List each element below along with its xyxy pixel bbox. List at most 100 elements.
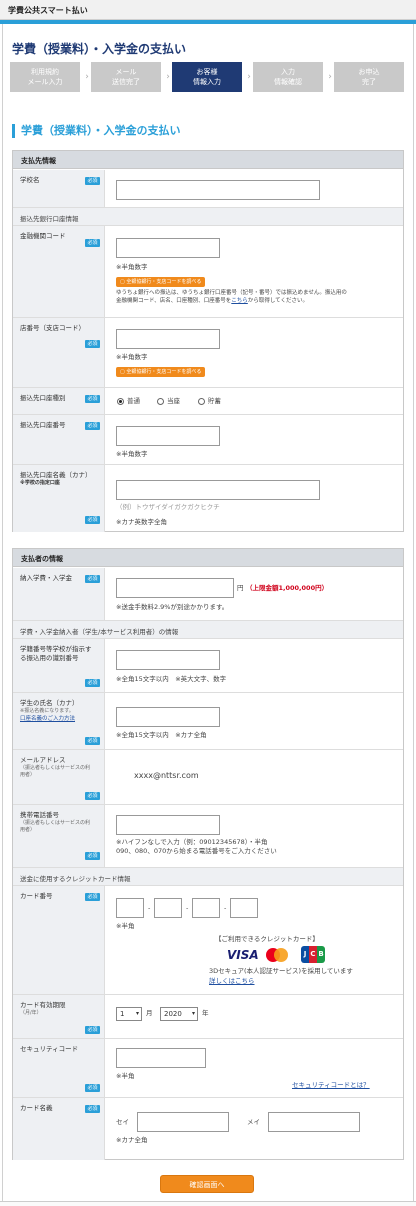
card-number-input-2[interactable] — [154, 898, 182, 918]
yucho-note-line1: ゆうちょ銀行への振込は、ゆうちょ銀行口座番号（記号・番号）では振込めません。振込… — [116, 290, 347, 296]
security-code-help-link[interactable]: セキュリティコードとは？ — [292, 1081, 370, 1090]
branch-code-lookup-button[interactable]: ▢ 全銀協銀行・支店コードを調べる — [116, 367, 206, 377]
bank-code-lookup-button[interactable]: ▢ 全銀協銀行・支店コードを調べる — [116, 277, 206, 287]
expiry-month-select[interactable]: 1 ▾ — [116, 1007, 142, 1021]
bank-code-note: ※半角数字 — [116, 263, 148, 271]
email-label: メールアドレス （振込者もしくはサービスの利用者） — [20, 756, 92, 779]
expiry-label-cell: カード有効期限 （月/年） 必須 — [13, 995, 105, 1038]
mei-label: メイ — [247, 1118, 260, 1126]
visa-logo: VISA — [227, 948, 259, 962]
amount-label: 納入学費・入学金 — [20, 574, 72, 582]
amount-input[interactable] — [116, 578, 234, 598]
app-header: 学費公共スマート払い — [0, 0, 416, 20]
amount-limit: （上限金額1,000,000円） — [246, 584, 329, 592]
card-holder-mei-input[interactable] — [268, 1112, 360, 1132]
yucho-note-line2b: から取得してください。 — [247, 298, 308, 304]
step-3-label: お客様 情報入力 — [193, 68, 221, 86]
security-code-input[interactable] — [116, 1048, 206, 1068]
student-name-sublabel: ※振込名義になります。 — [20, 708, 74, 714]
student-id-note: ※全角15文字以内 ※英大文字、数字 — [116, 675, 227, 683]
available-cards-label: 【ご利用できるクレジットカード】 — [215, 935, 319, 943]
branch-code-input[interactable] — [116, 329, 220, 349]
card-holder-note: ※カナ全角 — [116, 1136, 148, 1144]
email-row: メールアドレス （振込者もしくはサービスの利用者） 必須 xxxx@nttsr.… — [13, 750, 403, 805]
branch-code-lookup-label: 全銀協銀行・支店コードを調べる — [126, 369, 202, 375]
bank-code-row: 金融機関コード 必須 ※半角数字 ▢ 全銀協銀行・支店コードを調べる ゆうちょ銀… — [13, 226, 403, 318]
chevron-right-icon: › — [328, 72, 332, 82]
app-title: 学費公共スマート払い — [8, 6, 88, 15]
student-name-label-text: 学生の氏名（カナ） — [20, 699, 79, 707]
card-holder-sei-input[interactable] — [137, 1112, 229, 1132]
required-badge: 必須 — [85, 679, 100, 687]
chevron-right-icon: › — [247, 72, 251, 82]
payee-info-title: 支払先情報 — [21, 157, 56, 165]
student-name-input[interactable] — [116, 707, 220, 727]
bank-code-lookup-label: 全銀協銀行・支店コードを調べる — [126, 279, 202, 285]
confirm-button[interactable]: 確認画面へ — [160, 1175, 254, 1193]
secure-note: 3Dセキュア(本人認証サービス)を採用しています — [209, 967, 353, 975]
mastercard-logo-right — [274, 948, 288, 962]
account-type-row: 振込先口座種別 必須 普通 当座 貯蓄 — [13, 388, 403, 415]
bank-code-label-cell: 金融機関コード 必須 — [13, 226, 105, 317]
expiry-sublabel: （月/年） — [20, 1010, 42, 1016]
branch-code-note: ※半角数字 — [116, 353, 148, 361]
card-holder-row: カード名義 必須 セイ メイ ※カナ全角 — [13, 1098, 403, 1160]
student-id-row: 学籍番号等学校が指示する振込用の識別番号 必須 ※全角15文字以内 ※英大文字、… — [13, 639, 403, 693]
chevron-down-icon: ▾ — [135, 1010, 139, 1017]
card-number-input-1[interactable] — [116, 898, 144, 918]
chevron-right-icon: › — [166, 72, 170, 82]
required-badge: 必須 — [85, 395, 100, 403]
payer-info-title: 支払者の情報 — [21, 555, 63, 563]
card-number-input-3[interactable] — [192, 898, 220, 918]
bank-code-input[interactable] — [116, 238, 220, 258]
chevron-right-icon: › — [85, 72, 89, 82]
student-id-label-cell: 学籍番号等学校が指示する振込用の識別番号 必須 — [13, 639, 105, 692]
account-name-row: 振込先口座名義（カナ） ※学校の指定口座 必須 （例）トウザイダイガクガクヒクチ… — [13, 465, 403, 532]
amount-row: 納入学費・入学金 必須 円 （上限金額1,000,000円） ※送金手数料2.9… — [13, 568, 403, 621]
account-type-radio-chochiku[interactable] — [198, 398, 205, 405]
account-type-toza-label: 当座 — [167, 397, 180, 405]
account-name-input[interactable] — [116, 480, 320, 500]
card-number-input-4[interactable] — [230, 898, 258, 918]
details-link[interactable]: 詳しくはこちら — [209, 977, 255, 986]
account-name-note: ※カナ英数字全角 — [116, 518, 167, 526]
phone-label: 携帯電話番号 （振込者もしくはサービスの利用者） — [20, 811, 92, 834]
student-name-row: 学生の氏名（カナ） ※振込名義になります。 口座名義のご入力方法 必須 ※全角1… — [13, 693, 403, 750]
account-name-placeholder: （例）トウザイダイガクガクヒクチ — [116, 503, 220, 511]
student-id-label: 学籍番号等学校が指示する振込用の識別番号 — [20, 645, 92, 662]
account-type-futsu-label: 普通 — [127, 397, 140, 405]
phone-input[interactable] — [116, 815, 220, 835]
account-name-howto-link[interactable]: 口座名義のご入力方法 — [20, 715, 92, 723]
account-number-input[interactable] — [116, 426, 220, 446]
card-hyphen: - — [148, 904, 151, 912]
required-badge: 必須 — [85, 737, 100, 745]
phone-note: ※ハイフンなしで入力（例：09012345678）・半角 090、080、070… — [116, 838, 277, 856]
year-unit: 年 — [202, 1009, 209, 1017]
student-id-input[interactable] — [116, 650, 220, 670]
account-name-label-text: 振込先口座名義（カナ） — [20, 471, 92, 479]
security-code-label: セキュリティコード — [20, 1045, 79, 1053]
school-row: 学校名 必須 — [13, 170, 403, 208]
required-badge: 必須 — [85, 1026, 100, 1034]
jcb-letter-j: J — [301, 946, 309, 963]
account-type-radio-futsu[interactable] — [117, 398, 124, 405]
school-name-input[interactable] — [116, 180, 320, 200]
payee-info-box: 支払先情報 学校名 必須 振込先銀行口座情報 金融機関コード 必須 ※半角数字 … — [12, 150, 404, 532]
card-number-row: カード番号 必須 - - - ※半角 【ご利用できるクレジットカード】 VISA… — [13, 886, 403, 995]
section-title: 学費（授業料）・入学金の支払い — [12, 124, 181, 138]
yucho-here-link[interactable]: こちら — [231, 298, 248, 304]
payer-info-header: 支払者の情報 — [13, 549, 403, 567]
bank-subhead: 振込先銀行口座情報 — [13, 208, 403, 226]
expiry-year-select[interactable]: 2020 ▾ — [160, 1007, 198, 1021]
card-subhead: 送金に使用するクレジットカード情報 — [13, 868, 403, 886]
account-name-label: 振込先口座名義（カナ） ※学校の指定口座 — [20, 471, 92, 487]
yucho-note: ゆうちょ銀行への振込は、ゆうちょ銀行口座番号（記号・番号）では振込めません。振込… — [116, 289, 400, 305]
jcb-letter-c: C — [309, 946, 317, 963]
step-4-label: 入力 情報確認 — [274, 68, 302, 86]
account-type-radio-toza[interactable] — [157, 398, 164, 405]
phone-label-cell: 携帯電話番号 （振込者もしくはサービスの利用者） 必須 — [13, 805, 105, 867]
page-title: 学費（授業料）・入学金の支払い — [12, 42, 187, 56]
card-holder-label: カード名義 — [20, 1104, 53, 1112]
required-badge: 必須 — [85, 792, 100, 800]
step-2-label: メール 送信完了 — [112, 68, 140, 86]
